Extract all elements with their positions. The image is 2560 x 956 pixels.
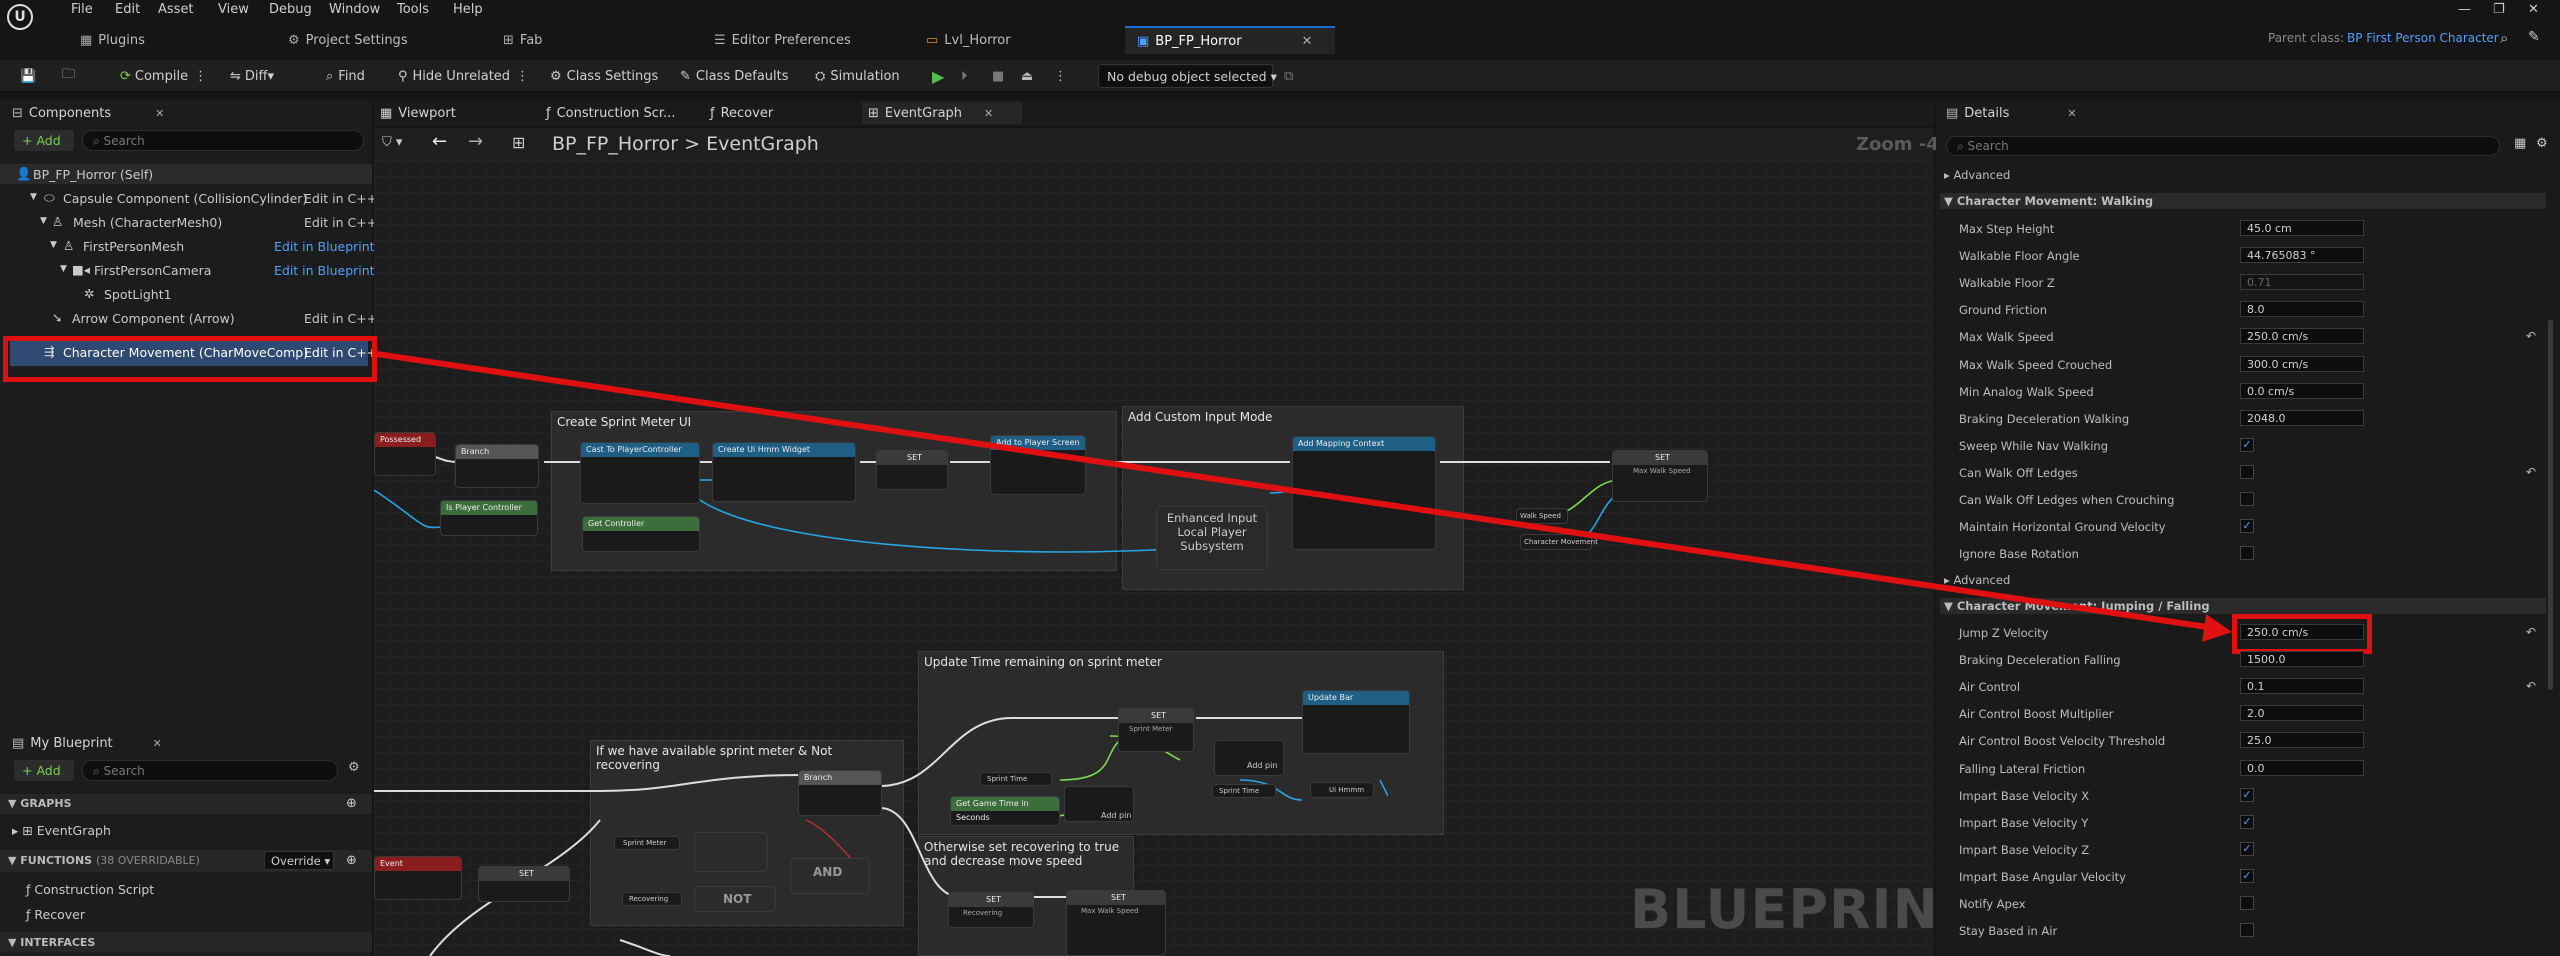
property-checkbox[interactable]: ✓ — [2240, 868, 2254, 883]
property-value-field[interactable]: 0.0 cm/s — [2240, 382, 2364, 399]
property-label: Air Control — [1959, 680, 2021, 695]
property-checkbox[interactable]: ✓ — [2240, 841, 2254, 856]
property-label: Jump Z Velocity — [1959, 626, 2049, 640]
reset-to-default-icon[interactable]: ↶ — [2526, 329, 2536, 343]
property-label: Stay Based in Air — [1959, 924, 2058, 939]
property-checkbox[interactable] — [2240, 546, 2254, 561]
property-value-field[interactable]: 0.0 — [2240, 759, 2364, 776]
property-checkbox[interactable]: ✓ — [2240, 814, 2254, 829]
property-value-field[interactable]: 2048.0 — [2240, 409, 2364, 426]
property-label: Notify Apex — [1959, 897, 2026, 911]
property-label: Can Walk Off Ledges when Crouching — [1959, 493, 2175, 507]
reset-to-default-icon[interactable]: ↶ — [2526, 465, 2536, 479]
property-label: Air Control Boost Multiplier — [1959, 707, 2114, 722]
property-value-field[interactable]: 300.0 cm/s — [2240, 355, 2364, 372]
property-label: Sweep While Nav Walking — [1959, 438, 2109, 453]
property-value-field[interactable]: 45.0 cm — [2240, 220, 2364, 236]
property-label: Braking Deceleration Falling — [1959, 653, 2121, 668]
reset-to-default-icon[interactable]: ↶ — [2526, 625, 2536, 639]
property-value-field[interactable]: 0.71 — [2240, 274, 2364, 291]
property-value-field[interactable]: 250.0 cm/s — [2240, 328, 2364, 345]
property-label: Max Walk Speed — [1959, 330, 2054, 345]
reset-to-default-icon[interactable]: ↶ — [2526, 679, 2536, 693]
property-checkbox[interactable]: ✓ — [2240, 519, 2254, 534]
property-label: Ground Friction — [1959, 303, 2048, 318]
property-value-field[interactable]: 8.0 — [2240, 301, 2364, 318]
property-label: Braking Deceleration Walking — [1959, 411, 2130, 426]
property-checkbox[interactable]: ✓ — [2240, 787, 2254, 802]
property-value-field[interactable]: 250.0 cm/s — [2240, 624, 2364, 640]
property-label: Ignore Base Rotation — [1959, 547, 2079, 562]
property-label: Maintain Horizontal Ground Velocity — [1959, 520, 2166, 535]
property-value-field[interactable]: 2.0 — [2240, 705, 2364, 722]
property-checkbox[interactable] — [2240, 464, 2254, 479]
property-label: Walkable Floor Angle — [1959, 249, 2080, 264]
property-value-field[interactable]: 25.0 — [2240, 732, 2364, 749]
property-label: Impart Base Angular Velocity — [1959, 869, 2126, 884]
property-checkbox[interactable] — [2240, 923, 2254, 938]
annotation-arrow — [376, 351, 2232, 642]
property-label: Impart Base Velocity X — [1959, 788, 2090, 803]
property-label: Air Control Boost Velocity Threshold — [1959, 734, 2166, 749]
property-label: Falling Lateral Friction — [1959, 761, 2086, 776]
property-label: Max Step Height — [1959, 222, 2055, 236]
property-value-field[interactable]: 44.765083 ° — [2240, 247, 2364, 264]
property-label: Walkable Floor Z — [1959, 276, 2055, 291]
property-value-field[interactable]: 1500.0 — [2240, 651, 2364, 668]
property-checkbox[interactable]: ✓ — [2240, 437, 2254, 452]
property-label: Can Walk Off Ledges — [1959, 465, 2078, 480]
property-label: Impart Base Velocity Y — [1959, 815, 2089, 830]
property-label: Min Analog Walk Speed — [1959, 384, 2094, 399]
property-value-field[interactable]: 0.1 — [2240, 678, 2364, 695]
property-label: Impart Base Velocity Z — [1959, 842, 2090, 857]
property-checkbox[interactable] — [2240, 896, 2254, 910]
property-label: Max Walk Speed Crouched — [1959, 357, 2113, 372]
property-checkbox[interactable] — [2240, 492, 2254, 506]
